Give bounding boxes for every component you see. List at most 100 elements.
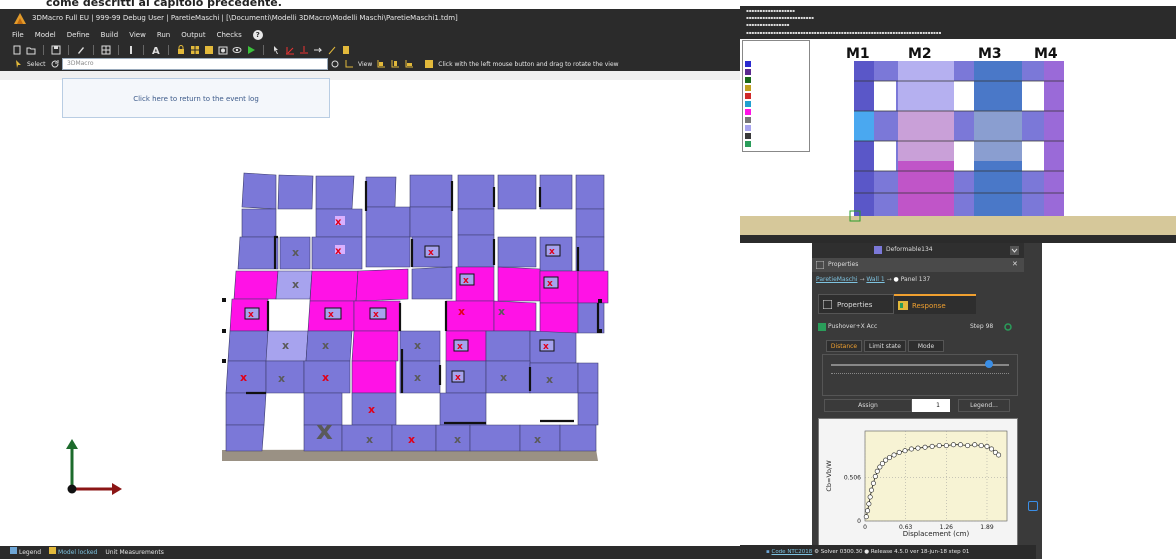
legend-toggle[interactable]: Legend	[10, 546, 41, 559]
svg-text:x: x	[366, 433, 373, 446]
svg-text:x: x	[455, 373, 461, 383]
menu-define[interactable]: Define	[67, 28, 90, 42]
panel-selector[interactable]: Deformable134	[886, 246, 933, 253]
data-point	[958, 442, 964, 448]
book-icon[interactable]	[204, 45, 214, 55]
help-icon[interactable]: ?	[252, 30, 263, 40]
panel	[365, 236, 411, 268]
step-slider-track[interactable]	[831, 364, 1009, 366]
panel	[539, 174, 573, 210]
data-point	[891, 452, 897, 458]
breadcrumb-model[interactable]: ParetieMaschi	[816, 276, 858, 283]
data-point	[950, 442, 956, 448]
wand-icon[interactable]	[327, 45, 337, 55]
menu-view[interactable]: View	[129, 28, 146, 42]
column-icon[interactable]	[126, 45, 136, 55]
menu-run[interactable]: Run	[157, 28, 170, 42]
svg-text:x: x	[322, 371, 329, 384]
analysis-selector[interactable]: Pushover+X Acc	[828, 320, 877, 334]
tab-distance[interactable]: Distance	[826, 340, 862, 352]
arrow-right-icon[interactable]	[313, 45, 323, 55]
model-viewport[interactable]: Click here to return to the event log x …	[0, 78, 740, 546]
menu-build[interactable]: Build	[101, 28, 119, 42]
model-locked-toggle[interactable]: Model locked	[49, 546, 97, 559]
svg-text:x: x	[248, 310, 254, 320]
axes-icon[interactable]	[344, 59, 354, 69]
panel	[577, 392, 599, 426]
assign-value-input[interactable]: 1	[912, 399, 950, 412]
legend-button[interactable]: Legend...	[958, 399, 1010, 412]
tab-response[interactable]: Response	[894, 294, 976, 314]
framed-mark: x	[459, 273, 475, 286]
load-icon[interactable]	[299, 45, 309, 55]
new-file-icon[interactable]	[12, 45, 22, 55]
svg-text:x: x	[240, 371, 247, 384]
failure-mark-red: x	[368, 403, 375, 416]
data-point	[874, 468, 880, 474]
view-top-icon[interactable]	[404, 59, 414, 69]
menu-output[interactable]: Output	[181, 28, 205, 42]
framed-mark: x	[453, 339, 469, 352]
x-tick-label: 1.89	[980, 524, 994, 531]
wall-label-m1: M1	[846, 46, 870, 62]
text-icon[interactable]: A	[151, 45, 161, 55]
select-label[interactable]: Select	[27, 61, 46, 68]
close-icon[interactable]: ✕	[1012, 260, 1018, 268]
open-folder-icon[interactable]	[26, 45, 36, 55]
view-front-icon[interactable]	[376, 59, 386, 69]
data-point	[929, 443, 935, 449]
tab-mode[interactable]: Mode	[908, 340, 944, 352]
eye-icon[interactable]	[232, 45, 242, 55]
units-dropdown[interactable]: Unit Measurements	[105, 546, 163, 559]
menu-checks[interactable]: Checks	[217, 28, 242, 42]
data-point	[865, 508, 871, 514]
pushover-icon[interactable]	[285, 45, 295, 55]
rotate-view-icon[interactable]	[330, 59, 340, 69]
deformed-wall-model[interactable]: x x x x x x x x x x x x x x x x x x x x …	[0, 80, 740, 546]
y-axis-label: Cb=Vb/W	[825, 460, 833, 492]
document-caption: come descritti al capitolo precedente.	[46, 0, 282, 9]
save-icon[interactable]	[51, 45, 61, 55]
wall-panels	[225, 172, 609, 452]
tab-limit-state[interactable]: Limit state	[864, 340, 906, 352]
report-icon[interactable]	[341, 45, 351, 55]
inner-tab-strip: Distance Limit state Mode	[812, 340, 1024, 352]
failure-mark-grey: x	[498, 305, 505, 318]
failure-mark-red: x	[322, 371, 329, 384]
failure-mark-grey: x	[316, 416, 333, 446]
failure-mark-grey: x	[414, 339, 421, 352]
camera-icon[interactable]	[218, 45, 228, 55]
chevron-down-icon[interactable]	[1010, 246, 1019, 255]
code-label[interactable]: Code NTC2018	[771, 549, 812, 555]
elevation-wall[interactable]	[740, 6, 1176, 243]
dock-toggle-icon[interactable]	[1028, 501, 1038, 511]
assign-button[interactable]: Assign	[824, 399, 912, 412]
run-icon[interactable]	[246, 45, 256, 55]
step-slider-thumb[interactable]	[985, 360, 993, 368]
brush-icon[interactable]	[76, 45, 86, 55]
lock-icon[interactable]	[176, 44, 186, 55]
refresh-step-icon[interactable]	[1004, 323, 1012, 331]
toolbar-divider	[168, 44, 169, 55]
tab-properties[interactable]: Properties	[818, 294, 894, 314]
framed-mark: x	[539, 339, 555, 352]
breadcrumb-wall[interactable]: Wall 1	[866, 276, 884, 283]
view-side-icon[interactable]	[390, 59, 400, 69]
data-point	[943, 443, 949, 449]
pointer-icon[interactable]	[271, 45, 281, 55]
refresh-icon[interactable]	[50, 59, 60, 69]
view-menu[interactable]: View	[358, 61, 372, 68]
menu-file[interactable]: File	[12, 28, 24, 42]
menu-model[interactable]: Model	[35, 28, 56, 42]
command-input[interactable]: 3DMacro	[62, 58, 328, 70]
data-point	[989, 446, 995, 452]
failure-mark-grey: x	[292, 246, 299, 259]
main-window: 3DMacro Full EU | 999-99 Debug User | Pa…	[0, 9, 740, 559]
svg-text:x: x	[457, 342, 463, 352]
failure-mark-grey: x	[534, 433, 541, 446]
select-icon[interactable]	[14, 59, 24, 69]
properties-title: Properties	[828, 261, 859, 268]
grid-icon[interactable]	[101, 45, 111, 55]
pushover-chart-svg: 0 0.63 1.26 1.8900.506Displacement (cm)Cb=V…	[825, 430, 1008, 538]
mesh-icon[interactable]	[190, 45, 200, 55]
